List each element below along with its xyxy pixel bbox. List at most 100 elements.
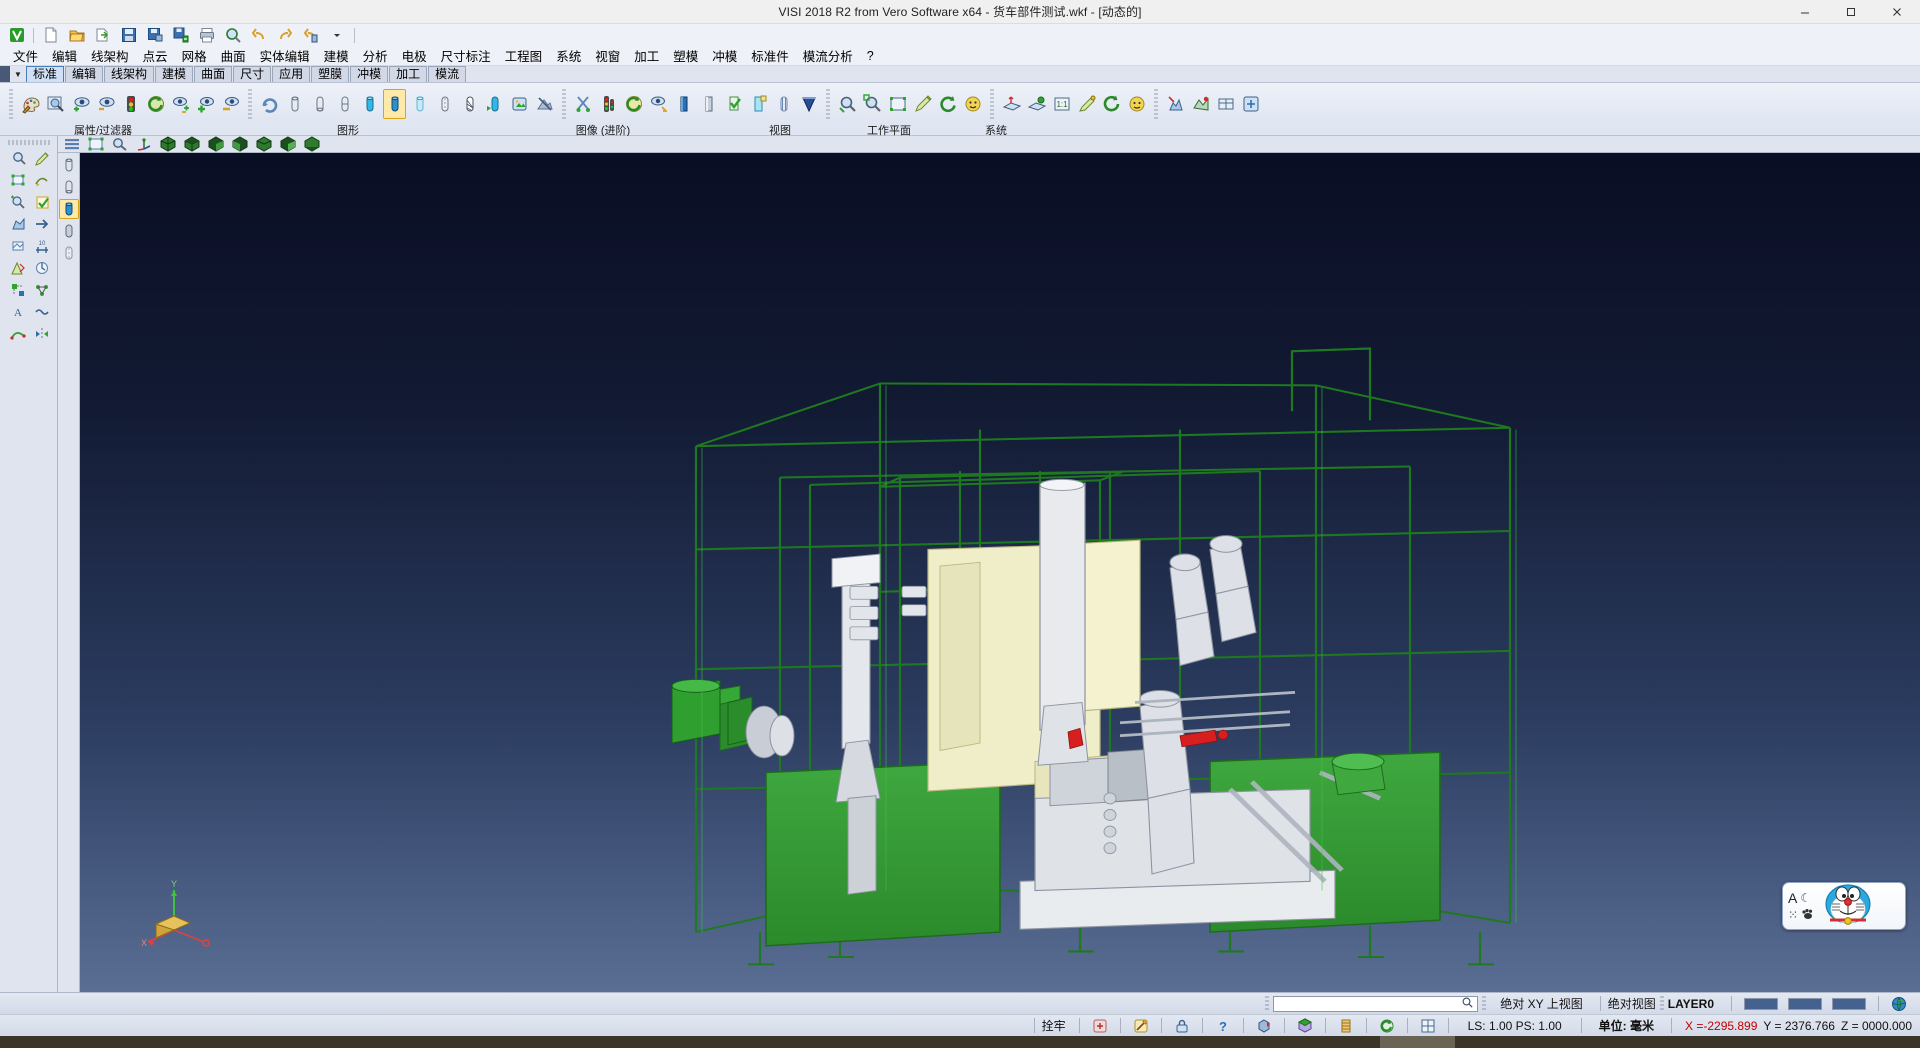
rotate-green-icon[interactable] [1375, 1017, 1399, 1035]
ribbon-tab-1[interactable]: 编辑 [65, 66, 103, 82]
snap-grid-icon[interactable] [1088, 1017, 1112, 1035]
cyl-wire-2-icon[interactable] [59, 177, 79, 197]
ribbon-tab-3[interactable]: 建模 [155, 66, 193, 82]
color-swatch-3[interactable] [1832, 998, 1866, 1010]
cad-3d-viewport[interactable]: Y X A [80, 153, 1920, 992]
ribbon-tab-5[interactable]: 尺寸 [233, 66, 271, 82]
hatch-icon[interactable] [7, 236, 29, 256]
shade-edge-cylinder-icon[interactable] [483, 89, 506, 119]
hidden-line-cylinder-icon[interactable] [433, 89, 456, 119]
workplane-1-icon[interactable] [1000, 89, 1023, 119]
zoom-icon[interactable] [836, 89, 859, 119]
solid-icon[interactable] [1252, 1017, 1276, 1035]
smiley-icon[interactable] [961, 89, 984, 119]
paw-icon[interactable] [1801, 908, 1815, 923]
menu-item-9[interactable]: 电极 [395, 44, 434, 67]
system-4-icon[interactable] [1239, 89, 1262, 119]
left-cube-icon[interactable] [277, 136, 299, 152]
top-cube-icon[interactable] [205, 136, 227, 152]
workplane-4-icon[interactable] [1075, 89, 1098, 119]
toolbar-grip[interactable] [9, 89, 13, 119]
menu-item-10[interactable]: 尺寸标注 [434, 44, 498, 67]
color-swatch-1[interactable] [1744, 998, 1778, 1010]
dim-icon[interactable]: 10 [31, 236, 53, 256]
menu-item-0[interactable]: 文件 [6, 44, 45, 67]
menu-item-14[interactable]: 加工 [627, 44, 666, 67]
cube-purple-icon[interactable] [1293, 1017, 1317, 1035]
units-label[interactable]: 单位: 毫米 [1599, 1017, 1654, 1034]
system-3-icon[interactable] [1214, 89, 1237, 119]
taskbar-active-item[interactable] [1380, 1036, 1455, 1048]
text-icon[interactable]: A [7, 302, 29, 322]
tabstrip-grip[interactable] [0, 66, 10, 82]
blend-icon[interactable] [7, 324, 29, 344]
grid-cross-icon[interactable] [1416, 1017, 1440, 1035]
menu-item-19[interactable]: ? [860, 47, 881, 65]
chain-icon[interactable] [31, 302, 53, 322]
doraemon-avatar[interactable] [1818, 884, 1874, 929]
menu-item-17[interactable]: 标准件 [744, 44, 796, 67]
color-swatch-2[interactable] [1788, 998, 1822, 1010]
layer-label[interactable]: LAYER0 [1668, 997, 1714, 1011]
curve-edit-icon[interactable] [31, 170, 53, 190]
dots-icon[interactable]: ⁙ [1788, 908, 1798, 922]
ribbon-tab-10[interactable]: 模流 [428, 66, 466, 82]
axis-view-icon[interactable] [133, 136, 155, 152]
menu-item-8[interactable]: 分析 [356, 44, 395, 67]
menu-item-5[interactable]: 曲面 [214, 44, 253, 67]
menu-item-3[interactable]: 点云 [136, 44, 175, 67]
workplane-2-icon[interactable] [1025, 89, 1048, 119]
snap-label[interactable]: 拴牢 [1042, 1017, 1066, 1034]
menu-item-2[interactable]: 线架构 [84, 44, 136, 67]
workplane-3-icon[interactable]: 1:1 [1050, 89, 1073, 119]
ribbon-tab-6[interactable]: 应用 [272, 66, 310, 82]
right-cube-icon[interactable] [229, 136, 251, 152]
ribbon-tab-0[interactable]: 标准 [26, 66, 64, 82]
menu-item-16[interactable]: 冲模 [705, 44, 744, 67]
menu-item-1[interactable]: 编辑 [45, 44, 84, 67]
workplane-6-icon[interactable] [1125, 89, 1148, 119]
cyl-shade-selected-icon[interactable] [59, 199, 79, 219]
doraemon-widget[interactable]: A ☾ ⁙ [1782, 882, 1906, 930]
traffic-light-icon[interactable] [119, 89, 142, 119]
magic-wand-icon[interactable] [647, 89, 670, 119]
system-2-icon[interactable] [1189, 89, 1212, 119]
globe-icon[interactable] [1887, 995, 1911, 1013]
tabstrip-dropdown-arrow[interactable]: ▼ [10, 66, 26, 82]
pen-icon[interactable] [911, 89, 934, 119]
snap-icon[interactable] [7, 280, 29, 300]
eye-plus-icon[interactable] [194, 89, 217, 119]
rotate-view-icon[interactable] [936, 89, 959, 119]
cyl-transparent-icon[interactable] [59, 243, 79, 263]
status-grip-2[interactable] [1482, 996, 1486, 1012]
ribbon-tab-2[interactable]: 线架构 [104, 66, 154, 82]
refresh-2-icon[interactable] [622, 89, 645, 119]
menu-item-4[interactable]: 网格 [175, 44, 214, 67]
regen-icon[interactable] [258, 89, 281, 119]
cyan-cylinder-icon[interactable] [747, 89, 770, 119]
system-1-icon[interactable] [1164, 89, 1187, 119]
zoom-tool-icon[interactable] [7, 148, 29, 168]
traffic-light-2-icon[interactable] [597, 89, 620, 119]
check-yellow-icon[interactable] [31, 192, 53, 212]
refresh-green-icon[interactable] [144, 89, 167, 119]
eye-add-icon[interactable] [69, 89, 92, 119]
close-button[interactable] [1874, 0, 1920, 24]
mirror-icon[interactable] [31, 324, 53, 344]
zoom-view-icon[interactable] [109, 136, 131, 152]
rect-select-icon[interactable] [7, 170, 29, 190]
layer-filter-icon[interactable] [44, 89, 67, 119]
transparent-cylinder-icon[interactable] [408, 89, 431, 119]
menu-item-7[interactable]: 建模 [317, 44, 356, 67]
front-cube-icon[interactable] [181, 136, 203, 152]
shade-cylinder-cyan-icon[interactable] [358, 89, 381, 119]
no-shade-icon[interactable] [533, 89, 556, 119]
section-cylinder-icon[interactable] [458, 89, 481, 119]
status-grip-3[interactable] [1660, 996, 1664, 1012]
cyl-shade-icon[interactable] [59, 221, 79, 241]
menu-item-11[interactable]: 工程图 [498, 44, 550, 67]
menu-item-13[interactable]: 视窗 [588, 44, 627, 67]
layers-icon[interactable] [1334, 1017, 1358, 1035]
arrow-icon[interactable] [31, 214, 53, 234]
moon-icon[interactable]: ☾ [1800, 891, 1811, 905]
